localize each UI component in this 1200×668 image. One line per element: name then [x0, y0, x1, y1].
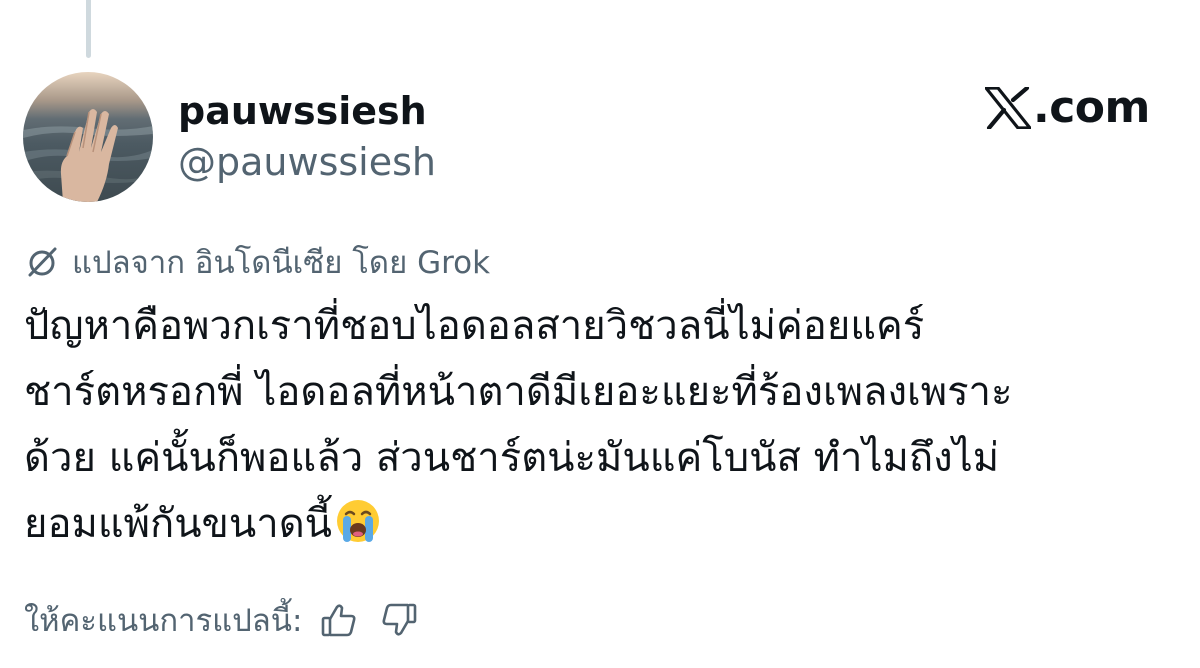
tweet-line-text: ยอมแพ้กันขนาดนี้	[24, 501, 333, 547]
rating-label: ให้คะแนนการแปลนี้:	[24, 603, 303, 639]
author-display-name[interactable]: pauwssiesh	[178, 88, 427, 134]
translation-label: แปลจาก อินโดนีเซีย โดย Grok	[72, 245, 491, 281]
translate-slash-icon	[28, 247, 57, 277]
loudly-crying-face-emoji	[337, 500, 380, 542]
avatar[interactable]	[23, 72, 153, 202]
thread-connector-line	[86, 0, 91, 58]
tweet-line: ปัญหาคือพวกเราที่ชอบไอดอลสายวิชวลนี่ไม่ค…	[24, 303, 925, 349]
tweet-body: ปัญหาคือพวกเราที่ชอบไอดอลสายวิชวลนี่ไม่ค…	[24, 293, 1184, 557]
x-logo-icon	[985, 86, 1031, 129]
tweet-card: pauwssiesh @pauwssiesh .com แปลจาก อินโด…	[0, 0, 1200, 668]
thumbs-up-icon[interactable]	[320, 601, 358, 639]
tweet-line: ด้วย แค่นั้นก็พอแล้ว ส่วนชาร์ตน่ะมันแค่โ…	[24, 435, 1000, 481]
translation-rating: ให้คะแนนการแปลนี้:	[24, 595, 418, 645]
brand-label: .com	[1033, 82, 1150, 133]
thumbs-down-icon[interactable]	[380, 601, 418, 639]
tweet-line: ชาร์ตหรอกพี่ ไอดอลที่หน้าตาดีมีเยอะแยะที…	[24, 369, 1013, 415]
author-handle[interactable]: @pauwssiesh	[178, 139, 436, 185]
brand-watermark: .com	[985, 82, 1150, 133]
avatar-photo	[23, 109, 153, 202]
translation-notice: แปลจาก อินโดนีเซีย โดย Grok	[24, 237, 490, 287]
tweet-line-last: ยอมแพ้กันขนาดนี้	[24, 491, 1184, 557]
